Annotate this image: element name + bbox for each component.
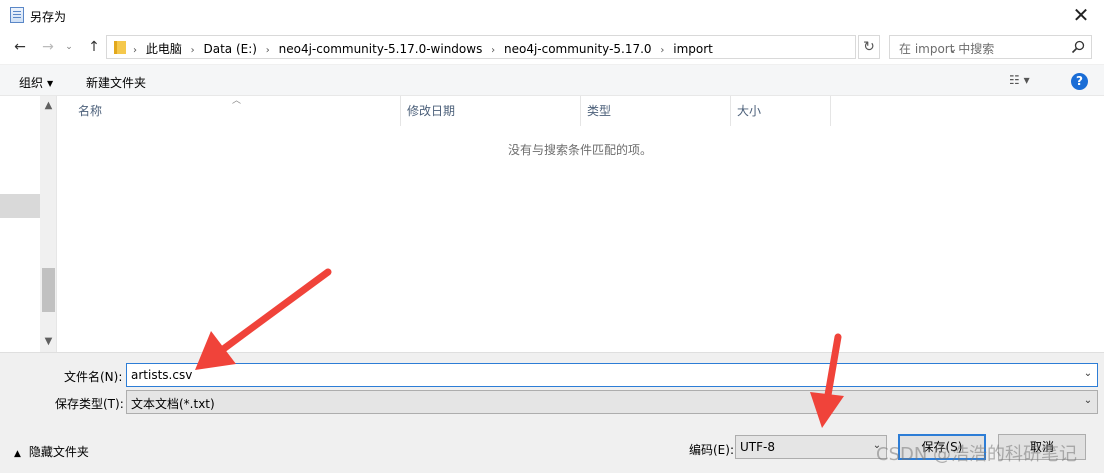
command-toolbar: 组织 ▼ 新建文件夹 ☷ ▾ ? (0, 64, 1104, 96)
breadcrumb-drive[interactable]: Data (E:) (204, 42, 257, 56)
column-header-name[interactable]: 名称 (71, 96, 401, 126)
encoding-value: UTF-8 (740, 440, 775, 454)
navigation-bar: ← → ⌄ ↑ › 此电脑 › Data (E:) › neo4j-commun… (0, 32, 1104, 62)
column-header-type[interactable]: 类型 (580, 96, 731, 126)
close-icon[interactable]: ✕ (1058, 0, 1104, 32)
address-bar[interactable]: › 此电脑 › Data (E:) › neo4j-community-5.17… (106, 35, 957, 59)
organize-menu-button[interactable]: 组织 ▼ (19, 74, 53, 91)
column-header-modified[interactable]: 修改日期 (400, 96, 581, 126)
folder-icon (114, 41, 126, 54)
scroll-up-icon[interactable]: ▲ (40, 98, 57, 114)
refresh-icon[interactable]: ↻ (858, 35, 880, 59)
filetype-label: 保存类型(T): (55, 397, 124, 411)
chevron-down-icon: ⌄ (1083, 395, 1093, 406)
up-icon[interactable]: ↑ (84, 36, 104, 58)
recent-locations-chevron-down-icon[interactable]: ⌄ (62, 36, 76, 58)
breadcrumb-import[interactable]: import (673, 42, 713, 56)
chevron-down-icon: ▼ (47, 79, 54, 88)
title-bar: 另存为 ✕ (0, 0, 1104, 32)
chevron-down-icon[interactable]: ⌄ (1081, 368, 1095, 379)
navigation-scrollbar[interactable]: ▲ ▼ (40, 96, 57, 352)
chevron-up-icon: ▲ (14, 449, 21, 459)
navigation-pane-selected-item[interactable] (0, 194, 40, 218)
window-title: 另存为 (30, 10, 67, 24)
empty-list-message: 没有与搜索条件匹配的项。 (507, 143, 652, 157)
breadcrumb-this-pc[interactable]: 此电脑 (146, 42, 182, 56)
new-folder-button[interactable]: 新建文件夹 (86, 74, 146, 91)
filename-value: artists.csv (131, 368, 193, 382)
search-input[interactable]: 在 import 中搜索 (889, 35, 1092, 59)
column-header-size[interactable]: 大小 (730, 96, 831, 126)
filename-input[interactable]: artists.csv ⌄ (126, 363, 1098, 387)
search-icon[interactable] (1071, 40, 1085, 54)
document-icon (10, 7, 24, 23)
forward-icon[interactable]: → (38, 36, 58, 58)
back-icon[interactable]: ← (10, 36, 30, 58)
breadcrumb-neo4j[interactable]: neo4j-community-5.17.0 (504, 42, 652, 56)
hide-folders-button[interactable]: ▲ 隐藏文件夹 (14, 443, 89, 460)
breadcrumb-neo4j-windows[interactable]: neo4j-community-5.17.0-windows (279, 42, 483, 56)
scrollbar-thumb[interactable] (42, 268, 55, 312)
column-headers: ︿ 名称 修改日期 类型 大小 (57, 96, 1104, 126)
organize-label: 组织 (19, 76, 44, 90)
view-icon[interactable]: ☷ ▾ (1009, 73, 1045, 89)
watermark: CSDN @浩浩的科研笔记 (876, 444, 1078, 465)
scroll-down-icon[interactable]: ▼ (40, 334, 57, 350)
breadcrumb: › 此电脑 › Data (E:) › neo4j-community-5.17… (133, 42, 713, 56)
hide-folders-label: 隐藏文件夹 (28, 445, 89, 459)
search-placeholder: 在 import 中搜索 (899, 42, 995, 56)
encoding-label: 编码(E): (689, 443, 734, 457)
help-icon[interactable]: ? (1071, 73, 1088, 90)
file-list-pane: ▲ ▼ ︿ 名称 修改日期 类型 大小 没有与搜索条件匹配的项。 (0, 96, 1104, 352)
navigation-pane[interactable] (0, 96, 40, 352)
filename-label: 文件名(N): (64, 370, 123, 384)
filetype-value: 文本文档(*.txt) (131, 397, 215, 411)
filetype-select[interactable]: 文本文档(*.txt) ⌄ (126, 390, 1098, 414)
encoding-select[interactable]: UTF-8 ⌄ (735, 435, 887, 459)
